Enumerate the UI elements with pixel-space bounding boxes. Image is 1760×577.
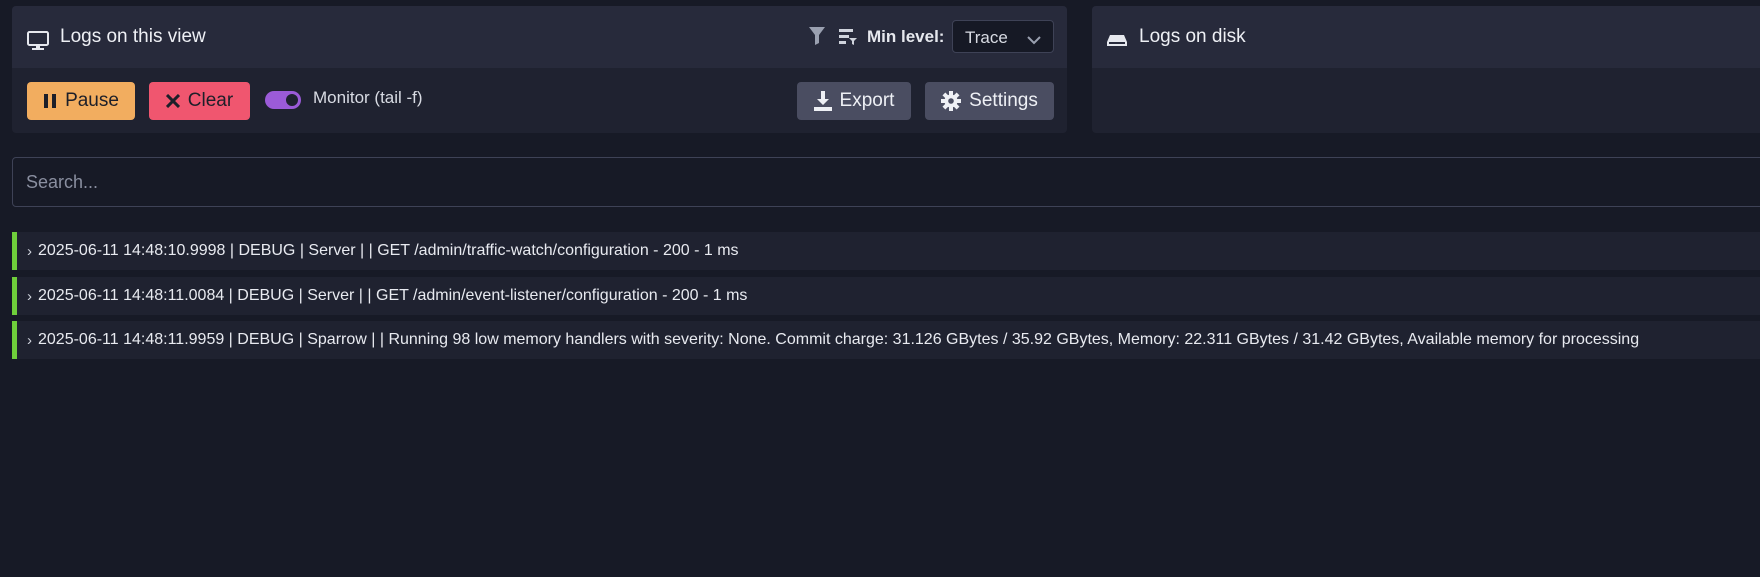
disk-icon xyxy=(1106,34,1128,53)
settings-label: Settings xyxy=(969,90,1038,111)
logs-view-title: Logs on this view xyxy=(60,26,206,47)
min-level-label: Min level: xyxy=(867,27,945,46)
log-row[interactable]: › 2025-06-11 14:48:11.9959 | DEBUG | Spa… xyxy=(12,321,1760,359)
logs-disk-header: Logs on disk xyxy=(1092,6,1760,68)
log-row[interactable]: › 2025-06-11 14:48:10.9998 | DEBUG | Ser… xyxy=(12,232,1760,270)
min-level-select[interactable]: Trace xyxy=(952,20,1054,53)
download-icon xyxy=(813,91,832,111)
toggle-knob xyxy=(286,94,298,106)
logs-view-panel: Logs on this view Min level: Trace Pause… xyxy=(12,6,1067,133)
search-input[interactable] xyxy=(12,157,1760,207)
pause-icon xyxy=(43,93,57,109)
level-filter-icon xyxy=(839,29,857,50)
export-button[interactable]: Export xyxy=(797,82,911,120)
chevron-down-icon xyxy=(1027,32,1041,50)
log-row[interactable]: › 2025-06-11 14:48:11.0084 | DEBUG | Ser… xyxy=(12,277,1760,315)
settings-button[interactable]: Settings xyxy=(925,82,1054,120)
monitor-toggle[interactable] xyxy=(265,91,301,109)
logs-view-header: Logs on this view Min level: Trace xyxy=(12,6,1067,68)
clear-button[interactable]: Clear xyxy=(149,82,250,120)
logs-disk-title: Logs on disk xyxy=(1139,26,1246,47)
pause-label: Pause xyxy=(65,90,119,111)
close-icon xyxy=(165,94,180,108)
chevron-right-icon: › xyxy=(27,242,32,260)
export-label: Export xyxy=(839,90,895,111)
chevron-right-icon: › xyxy=(27,287,32,305)
logs-disk-panel: Logs on disk xyxy=(1092,6,1760,133)
gear-icon xyxy=(941,91,962,111)
monitor-label: Monitor (tail -f) xyxy=(313,88,423,107)
log-text: 2025-06-11 14:48:11.0084 | DEBUG | Serve… xyxy=(38,287,748,304)
log-text: 2025-06-11 14:48:10.9998 | DEBUG | Serve… xyxy=(38,242,739,259)
monitor-icon xyxy=(27,31,49,56)
clear-label: Clear xyxy=(187,90,234,111)
min-level-value: Trace xyxy=(965,28,1008,47)
log-text: 2025-06-11 14:48:11.9959 | DEBUG | Sparr… xyxy=(38,331,1640,348)
filter-icon[interactable] xyxy=(809,27,825,50)
pause-button[interactable]: Pause xyxy=(27,82,135,120)
chevron-right-icon: › xyxy=(27,331,32,349)
